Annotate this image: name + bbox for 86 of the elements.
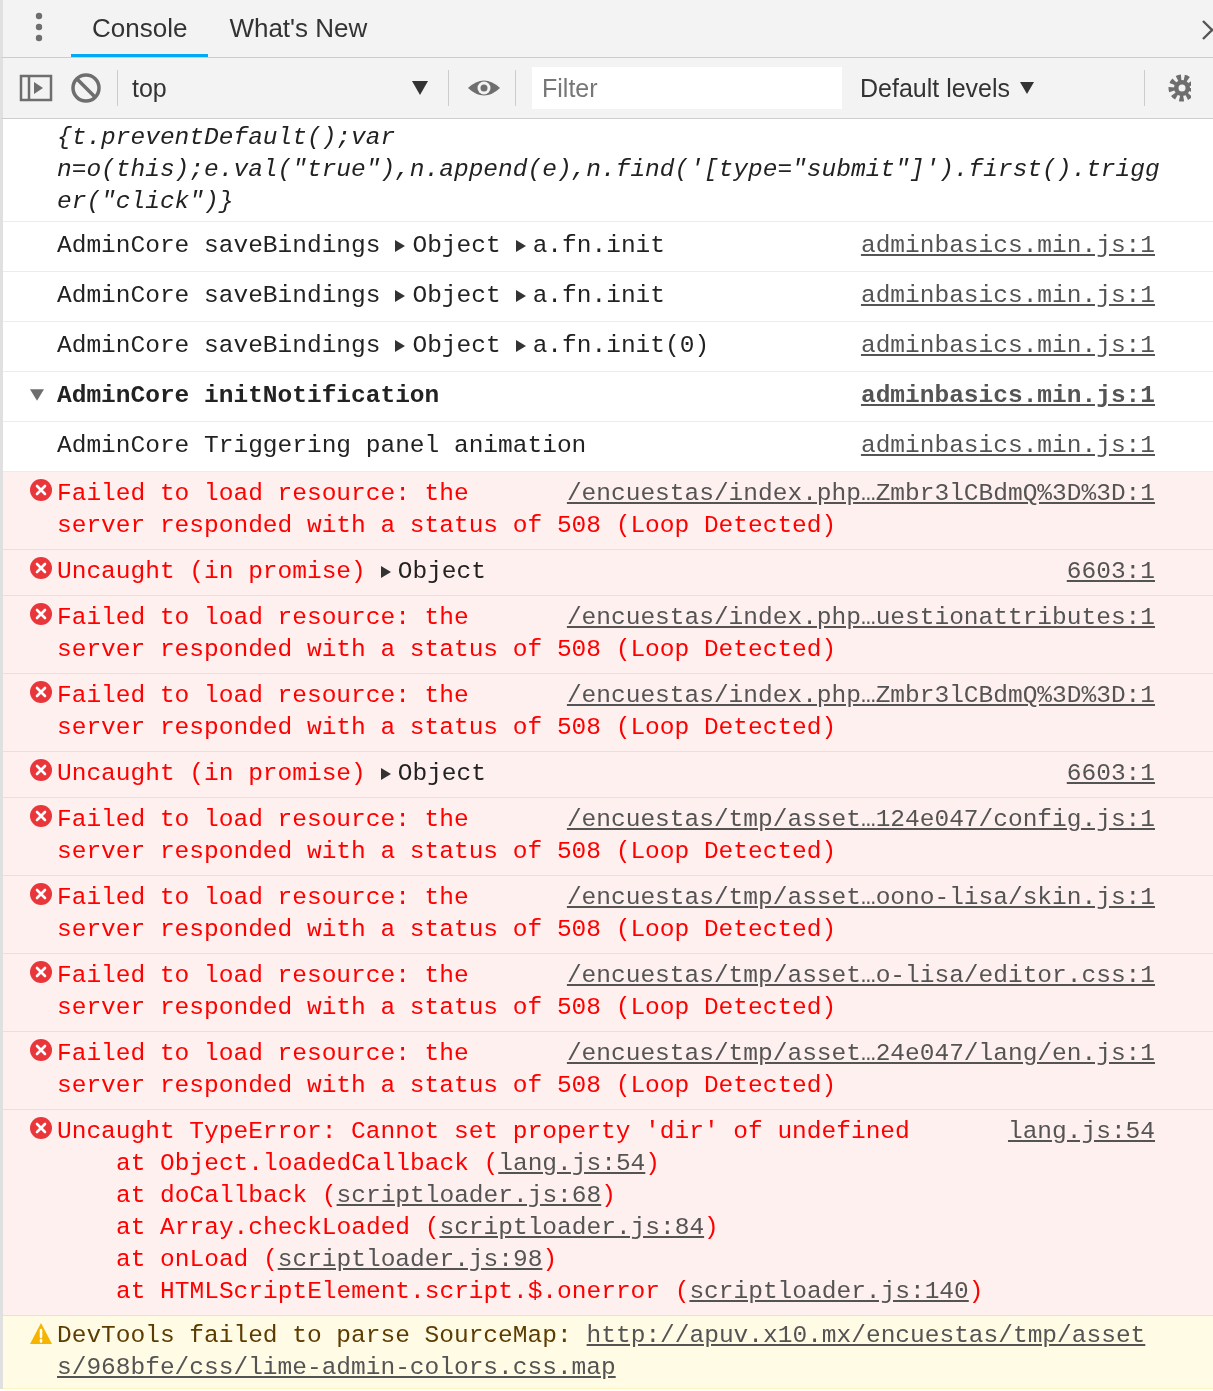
error-icon (29, 478, 53, 502)
error-icon (29, 1116, 53, 1140)
error-text: Failed to load resource: the (57, 604, 469, 631)
error-text: server responded with a status of 508 (Loop Detected) (57, 994, 837, 1021)
error-text: server responded with a status of 508 (Loop Detected) (57, 1072, 837, 1099)
error-text: Failed to load resource: the (57, 1040, 469, 1067)
object-toggle[interactable]: Object (394, 280, 501, 312)
source-link[interactable]: adminbasics.min.js:1 (860, 430, 1155, 462)
error-text: Failed to load resource: the (57, 806, 469, 833)
source-link[interactable]: /encuestas/tmp/asset…24e047/lang/en.js:1 (566, 1038, 1155, 1070)
source-link[interactable]: /encuestas/tmp/asset…oono-lisa/skin.js:1 (566, 882, 1155, 914)
source-link[interactable]: scriptloader.js:84 (439, 1214, 705, 1241)
error-text: Uncaught (in promise) (57, 760, 366, 787)
context-dropdown[interactable]: top (132, 73, 434, 103)
stack-line: at Object.loadedCallback (lang.js:54) (115, 1149, 661, 1179)
error-icon (29, 556, 53, 580)
object-toggle[interactable]: Object (394, 230, 501, 262)
source-link[interactable]: lang.js:54 (498, 1150, 646, 1177)
clear-console-icon[interactable] (69, 71, 103, 105)
stack-line: at onLoad (scriptloader.js:98) (115, 1245, 559, 1275)
error-text: server responded with a status of 508 (Loop Detected) (57, 916, 837, 943)
error-text: Uncaught (in promise) (57, 558, 366, 585)
object-toggle[interactable]: a.fn.init(0) (514, 330, 710, 362)
filter-field[interactable]: Filter (532, 67, 842, 109)
error-icon (29, 602, 53, 626)
source-link[interactable]: 6603:1 (1066, 758, 1155, 790)
error-text: server responded with a status of 508 (Loop Detected) (57, 714, 837, 741)
expand-triangle-icon[interactable] (379, 566, 392, 578)
source-link[interactable]: scriptloader.js:68 (336, 1182, 602, 1209)
error-icon (29, 804, 53, 828)
source-link[interactable]: adminbasics.min.js:1 (860, 280, 1155, 312)
source-link[interactable]: /encuestas/index.php…Zmbr3lCBdmQ%3D%3D:1 (566, 680, 1155, 712)
object-toggle[interactable]: Object (379, 758, 486, 790)
error-text: Failed to load resource: the (57, 962, 469, 989)
collapse-triangle-icon[interactable] (29, 388, 45, 402)
error-text: Uncaught TypeError: Cannot set property 'dir' of undefined (57, 1118, 910, 1145)
source-link[interactable]: lang.js:54 (1007, 1116, 1155, 1148)
stack-line: at Array.checkLoaded (scriptloader.js:84) (115, 1213, 720, 1243)
expand-triangle-icon[interactable] (514, 290, 527, 302)
dropdown-arrow-icon (412, 81, 428, 95)
error-icon (29, 960, 53, 984)
expand-triangle-icon[interactable] (394, 340, 407, 352)
object-toggle[interactable]: a.fn.init (514, 230, 665, 262)
log-text: AdminCore saveBindings (57, 282, 381, 309)
source-link[interactable]: /encuestas/index.php…uestionattributes:1 (566, 602, 1155, 634)
expand-triangle-icon[interactable] (514, 340, 527, 352)
warning-text: DevTools failed to parse SourceMap: (57, 1322, 572, 1349)
sourcemap-link[interactable]: http://apuv.x10.mx/encuestas/tmp/asset (586, 1322, 1146, 1349)
object-toggle[interactable]: Object (394, 330, 501, 362)
error-text: server responded with a status of 508 (Loop Detected) (57, 636, 837, 663)
error-text: server responded with a status of 508 (Loop Detected) (57, 512, 837, 539)
object-toggle[interactable]: a.fn.init (514, 280, 665, 312)
error-text: Failed to load resource: the (57, 682, 469, 709)
source-link[interactable]: adminbasics.min.js:1 (860, 380, 1155, 412)
error-icon (29, 1038, 53, 1062)
source-link[interactable]: /encuestas/tmp/asset…o-lisa/editor.css:1 (566, 960, 1155, 992)
source-link[interactable]: /encuestas/index.php…Zmbr3lCBdmQ%3D%3D:1 (566, 478, 1155, 510)
code-text: {t.preventDefault();var n=o(this);e.val("true"),n.append(e),n.find('[type="submit"]').first().trigger("click")} (57, 123, 1161, 217)
stack-line: at HTMLScriptElement.script.$.onerror (scriptloader.js:140) (115, 1277, 985, 1307)
dropdown-arrow-icon (1020, 82, 1035, 94)
source-link[interactable]: adminbasics.min.js:1 (860, 330, 1155, 362)
error-text: Failed to load resource: the (57, 884, 469, 911)
panel-tab[interactable]: What's New (208, 3, 389, 57)
source-link[interactable]: scriptloader.js:98 (277, 1246, 543, 1273)
object-toggle[interactable]: Object (379, 556, 486, 588)
error-icon (29, 680, 53, 704)
sourcemap-link[interactable]: s/968bfe/css/lime-admin-colors.css.map (57, 1354, 616, 1381)
error-text: Failed to load resource: the (57, 480, 469, 507)
log-text: AdminCore saveBindings (57, 332, 381, 359)
error-icon (29, 758, 53, 782)
expand-triangle-icon[interactable] (379, 768, 392, 780)
expand-triangle-icon[interactable] (394, 290, 407, 302)
source-link[interactable]: adminbasics.min.js:1 (860, 230, 1155, 262)
source-link[interactable]: /encuestas/tmp/asset…124e047/config.js:1 (566, 804, 1155, 836)
error-icon (29, 882, 53, 906)
expand-triangle-icon[interactable] (514, 240, 527, 252)
expand-triangle-icon[interactable] (394, 240, 407, 252)
levels-dropdown[interactable]: Default levels (860, 73, 1130, 103)
log-text: AdminCore saveBindings (57, 232, 381, 259)
log-text: AdminCore Triggering panel animation (57, 432, 587, 459)
source-link[interactable]: scriptloader.js:140 (689, 1278, 969, 1305)
stack-line: at doCallback (scriptloader.js:68) (115, 1181, 617, 1211)
error-text: server responded with a status of 508 (Loop Detected) (57, 838, 837, 865)
group-title: AdminCore initNotification (57, 382, 440, 409)
source-link[interactable]: 6603:1 (1066, 556, 1155, 588)
warning-icon (29, 1322, 53, 1346)
